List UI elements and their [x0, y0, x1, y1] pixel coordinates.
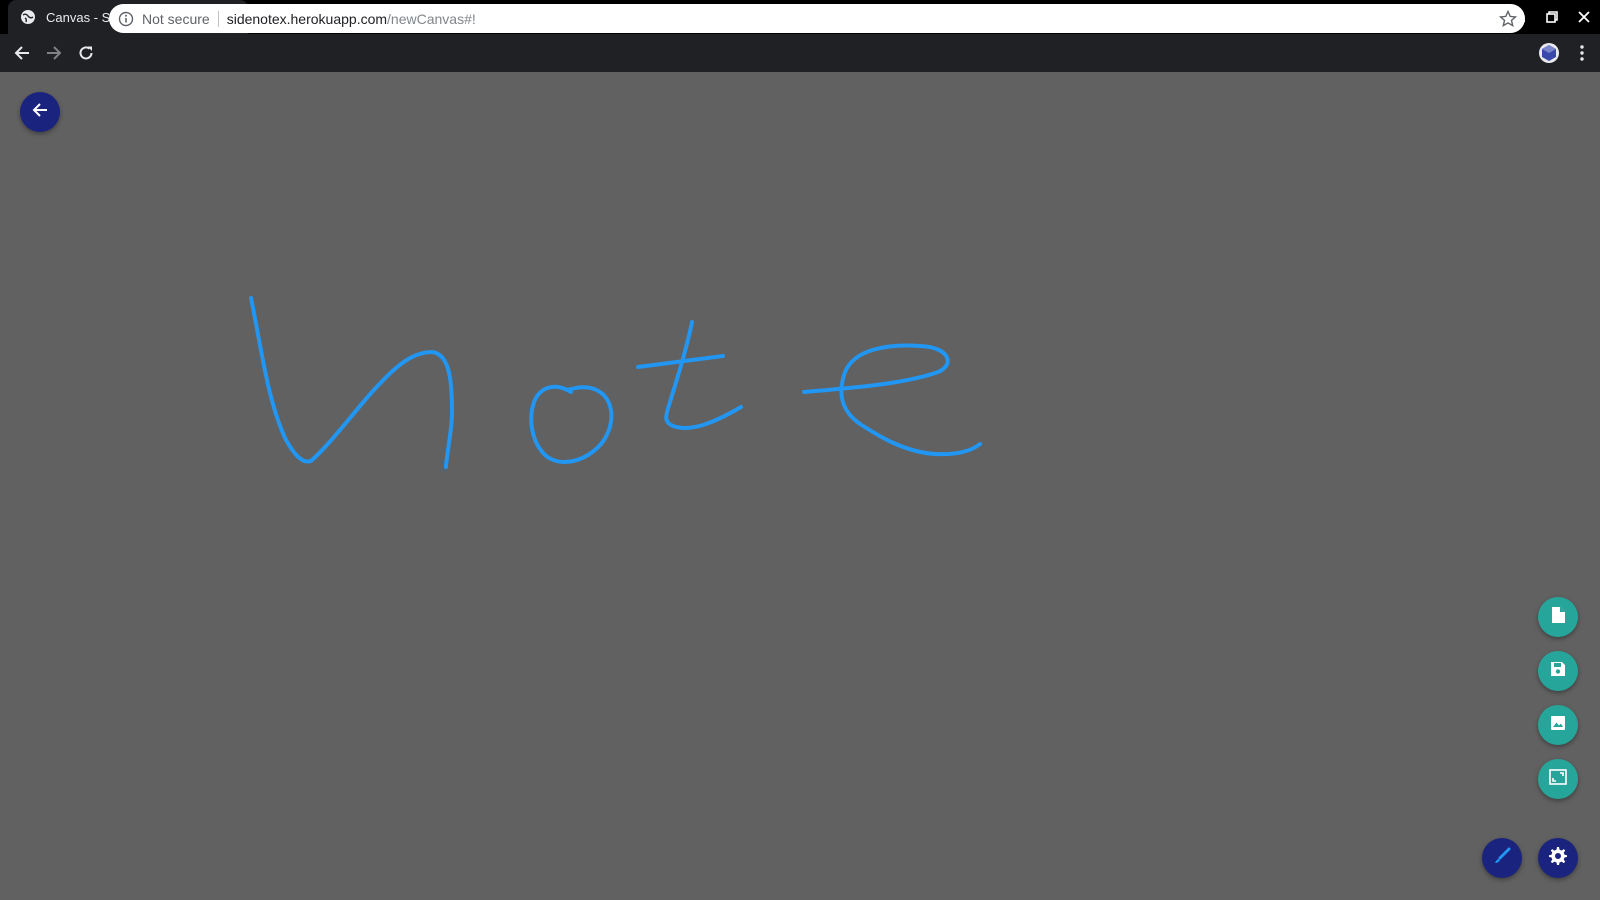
brush-button[interactable]: [1482, 838, 1522, 878]
brush-icon: [1493, 847, 1511, 870]
url-path: /newCanvas#!: [387, 10, 476, 27]
image-icon: [1550, 715, 1566, 736]
stroke-n: [249, 296, 454, 469]
save-icon: [1550, 661, 1566, 682]
window-close-icon[interactable]: [1568, 0, 1600, 34]
stroke-o: [529, 384, 614, 464]
arrow-back-icon[interactable]: [6, 37, 38, 69]
handwriting-drawing: [249, 296, 982, 469]
extension-icon[interactable]: [1537, 41, 1561, 65]
kebab-menu-icon[interactable]: [1570, 41, 1594, 65]
restore-icon[interactable]: [1536, 0, 1568, 34]
arrow-forward-icon[interactable]: [38, 37, 70, 69]
globe-icon: [20, 9, 36, 25]
browser-toolbar: [0, 34, 1600, 72]
address-bar[interactable]: Not secure sidenotex.herokuapp.com /newC…: [109, 4, 1525, 33]
fullscreen-button[interactable]: [1538, 759, 1578, 799]
fullscreen-icon: [1549, 768, 1567, 790]
settings-icon: [1548, 846, 1568, 871]
new-file-icon: [1550, 606, 1566, 629]
back-button[interactable]: [20, 92, 60, 132]
security-label: Not secure: [142, 10, 210, 27]
url-host: sidenotex.herokuapp.com: [226, 10, 388, 27]
settings-button[interactable]: [1538, 838, 1578, 878]
stroke-t-stem: [664, 320, 743, 430]
new-file-button[interactable]: [1538, 597, 1578, 637]
image-button[interactable]: [1538, 705, 1578, 745]
save-button[interactable]: [1538, 651, 1578, 691]
url-separator: [217, 10, 219, 27]
arrow-back-icon: [32, 102, 48, 123]
reload-icon[interactable]: [70, 37, 102, 69]
info-icon[interactable]: [118, 11, 134, 27]
stroke-e: [802, 343, 982, 457]
star-icon[interactable]: [1499, 10, 1517, 28]
drawing-canvas[interactable]: [0, 72, 1600, 900]
